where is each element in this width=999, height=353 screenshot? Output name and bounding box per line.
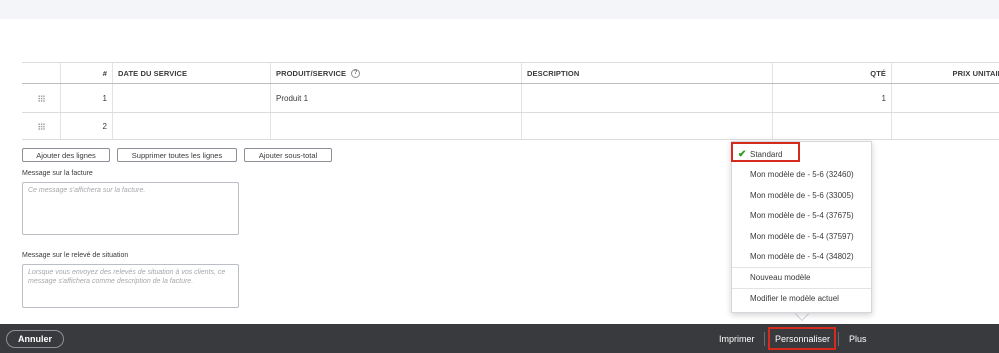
invoice-message-field[interactable]: Ce message s'affichera sur la facture. (22, 182, 239, 235)
header-number: # (60, 63, 112, 83)
header-product-label: PRODUIT/SERVICE (276, 68, 347, 78)
new-template-option[interactable]: Nouveau modèle (732, 267, 871, 287)
footer-divider (838, 332, 839, 346)
template-option[interactable]: Mon modèle de - 5-4 (37597) (732, 226, 871, 246)
template-option[interactable]: Mon modèle de - 5-4 (37675) (732, 205, 871, 225)
quantity-cell[interactable]: 1 (772, 84, 891, 112)
unit-price-cell[interactable]: 5 (891, 84, 999, 112)
template-dropdown: ✔ Standard Mon modèle de - 5-6 (32460) M… (731, 141, 872, 313)
standard-highlight-box (731, 142, 800, 162)
table-header: # DATE DU SERVICE PRODUIT/SERVICE ? DESC… (22, 62, 999, 84)
header-quantity: QTÉ (772, 63, 891, 83)
table-row[interactable]: 1 Produit 1 1 5 (22, 84, 999, 113)
invoice-page: # DATE DU SERVICE PRODUIT/SERVICE ? DESC… (0, 0, 999, 353)
statement-message-field[interactable]: Lorsque vous envoyez des relevés de situ… (22, 264, 239, 308)
footer-bar: Annuler Imprimer Personnaliser Plus (0, 324, 999, 353)
template-option[interactable]: Mon modèle de - 5-6 (32460) (732, 164, 871, 184)
description-cell[interactable] (521, 84, 772, 112)
description-cell[interactable] (521, 113, 772, 139)
quantity-cell[interactable] (772, 113, 891, 139)
service-date-cell[interactable] (112, 113, 270, 139)
drag-handle-icon (37, 122, 45, 130)
drag-handle[interactable] (22, 84, 60, 112)
add-subtotal-button[interactable]: Ajouter sous-total (244, 148, 332, 162)
header-unit-price: PRIX UNITAIRE H (891, 63, 999, 83)
row-number: 2 (60, 113, 112, 139)
header-drag-col (22, 63, 60, 83)
edit-template-option[interactable]: Modifier le modèle actuel (732, 288, 871, 308)
header-service-date: DATE DU SERVICE (112, 63, 270, 83)
customize-highlight-box (768, 327, 836, 350)
product-cell[interactable] (270, 113, 521, 139)
row-number: 1 (60, 84, 112, 112)
print-button[interactable]: Imprimer (719, 324, 755, 353)
drag-handle[interactable] (22, 113, 60, 139)
unit-price-cell[interactable] (891, 113, 999, 139)
header-product-service: PRODUIT/SERVICE ? (270, 63, 521, 83)
template-option[interactable]: Mon modèle de - 5-4 (34802) (732, 246, 871, 266)
service-date-cell[interactable] (112, 84, 270, 112)
invoice-message-label: Message sur la facture (22, 170, 93, 177)
statement-message-label: Message sur le relevé de situation (22, 252, 129, 259)
more-button[interactable]: Plus (849, 324, 867, 353)
product-cell[interactable]: Produit 1 (270, 84, 521, 112)
delete-all-lines-button[interactable]: Supprimer toutes les lignes (117, 148, 237, 162)
template-option[interactable]: Mon modèle de - 5-6 (33005) (732, 185, 871, 205)
footer-divider (764, 332, 765, 346)
cancel-button[interactable]: Annuler (6, 330, 64, 348)
table-row[interactable]: 2 (22, 113, 999, 140)
top-strip (0, 0, 999, 19)
drag-handle-icon (37, 94, 45, 102)
help-icon[interactable]: ? (351, 68, 361, 78)
header-description: DESCRIPTION (521, 63, 772, 83)
add-lines-button[interactable]: Ajouter des lignes (22, 148, 110, 162)
